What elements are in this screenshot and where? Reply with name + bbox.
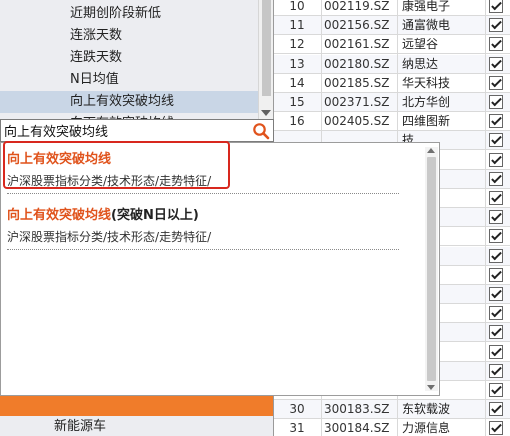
indicator-tree: 近期创阶段新低连涨天数连跌天数N日均值向上有效突破均线向下有效突破均线 [0,0,273,119]
tree-bottom: 新能源车 [0,396,273,436]
table-row[interactable]: 13 002180.SZ 纳思达 [274,54,510,74]
stock-code: 002119.SZ [324,0,390,13]
row-checkbox[interactable] [489,363,503,378]
row-checkbox[interactable] [489,402,503,417]
table-row[interactable]: 10 002119.SZ 康强电子 [274,0,510,16]
stock-code: 300183.SZ [324,402,390,417]
table-row[interactable]: 15 002371.SZ 北方华创 [274,93,510,112]
row-checkbox[interactable] [489,210,503,225]
column-divider [485,0,486,436]
row-checkbox[interactable] [489,248,503,263]
tree-item[interactable]: 连跌天数 [70,47,122,69]
result-title-text[interactable]: 向上有效突破均线 [7,208,111,223]
result-title-suffix: (突破N日以上) [111,208,199,223]
row-number: 11 [289,18,305,33]
row-checkbox[interactable] [489,114,503,129]
row-number: 30 [289,402,305,417]
row-number: 12 [289,37,305,52]
row-checkbox[interactable] [489,37,503,52]
table-row[interactable]: 30 300183.SZ 东软载波 [274,400,510,420]
tree-item[interactable]: 连涨天数 [70,25,122,47]
row-checkbox[interactable] [489,152,503,167]
dropdown-scrollbar[interactable] [425,147,438,391]
tree-scrollbar[interactable] [258,0,273,119]
result-path: 沪深股票指标分类/技术形态/走势特征/ [7,230,212,244]
row-number: 15 [289,95,305,109]
dropdown-scrollbar-thumb[interactable] [427,157,436,381]
tree-item-new-energy[interactable]: 新能源车 [54,418,106,436]
row-checkbox[interactable] [489,133,503,148]
tree-scrollbar-thumb[interactable] [262,0,271,96]
row-checkbox[interactable] [489,229,503,244]
scroll-up-icon[interactable] [427,148,435,153]
stock-code: 300184.SZ [324,421,390,436]
row-number: 14 [289,75,305,90]
selected-category-bar[interactable] [0,396,273,416]
tree-item[interactable]: N日均值 [70,69,119,91]
highlight-box [3,141,230,189]
row-checkbox[interactable] [489,383,503,397]
row-number: 13 [289,56,305,71]
row-checkbox[interactable] [489,287,503,301]
stock-name: 通富微电 [402,18,451,33]
table-row[interactable]: 12 002161.SZ 远望谷 [274,35,510,55]
table-row[interactable]: 16 002405.SZ 四维图新 [274,112,510,132]
row-checkbox[interactable] [489,95,503,109]
table-row[interactable]: 14 002185.SZ 华天科技 [274,74,510,93]
row-checkbox[interactable] [489,171,503,186]
row-number: 31 [289,421,305,436]
table-row[interactable]: 11 002156.SZ 通富微电 [274,16,510,36]
stock-name: 纳思达 [402,56,439,71]
result-divider [7,193,399,194]
result-divider [7,249,399,250]
row-checkbox[interactable] [489,344,503,359]
stock-code: 002405.SZ [324,114,390,129]
stock-name: 华天科技 [402,75,451,90]
stock-code: 002180.SZ [324,56,390,71]
search-input[interactable] [4,121,249,140]
table-row[interactable]: 31 300184.SZ 力源信息 [274,419,510,436]
stock-name: 力源信息 [402,421,451,436]
stock-code: 002371.SZ [324,95,390,109]
stock-name: 北方华创 [402,95,451,109]
stock-name: 四维图新 [402,114,451,129]
result-title[interactable]: 向上有效突破均线(突破N日以上) [7,204,199,223]
row-checkbox[interactable] [489,75,503,90]
tree-item[interactable]: 向上有效突破均线 [0,91,258,113]
row-checkbox[interactable] [489,306,503,321]
stock-name: 康强电子 [402,0,451,13]
search-icon[interactable] [252,122,270,140]
row-checkbox[interactable] [489,325,503,340]
row-checkbox[interactable] [489,18,503,33]
stock-code: 002185.SZ [324,75,390,90]
row-checkbox[interactable] [489,421,503,436]
stock-name: 远望谷 [402,37,439,52]
row-number: 16 [289,114,305,129]
row-number: 10 [289,0,305,13]
stock-name: 东软载波 [402,402,451,417]
search-box[interactable] [0,119,274,142]
row-checkbox[interactable] [489,191,503,205]
tree-item[interactable]: 近期创阶段新低 [70,3,161,25]
stock-code: 002156.SZ [324,18,390,33]
stock-code: 002161.SZ [324,37,390,52]
row-checkbox[interactable] [489,56,503,71]
scroll-down-icon[interactable] [261,110,271,116]
row-checkbox[interactable] [489,267,503,282]
row-checkbox[interactable] [489,0,503,13]
scroll-down-icon[interactable] [427,385,435,390]
